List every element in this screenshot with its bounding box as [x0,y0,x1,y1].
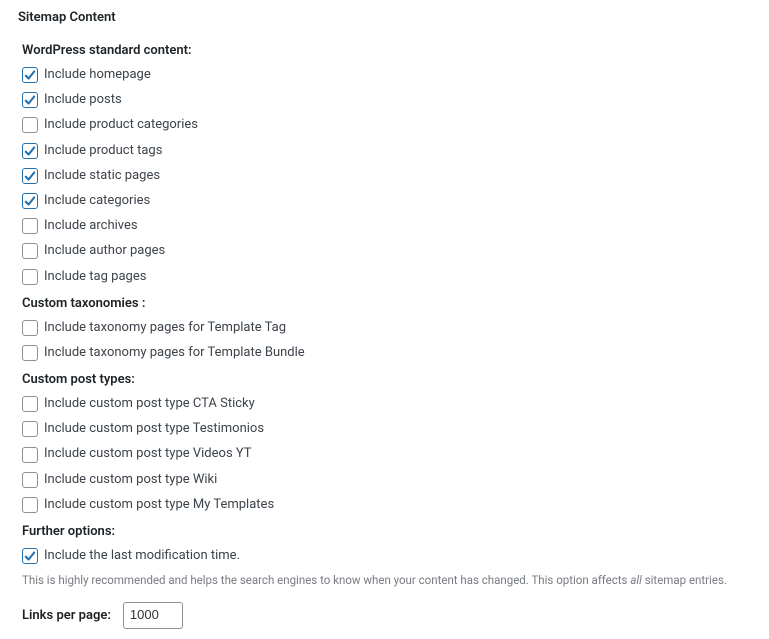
checkbox-label[interactable]: Include posts [44,91,122,109]
checkbox[interactable] [22,345,38,361]
checkbox[interactable] [22,243,38,259]
checkbox-label[interactable]: Include product categories [44,116,198,134]
standard-group: Include homepage Include posts Include pro… [22,66,751,286]
taxonomies-heading: Custom taxonomies : [22,296,751,311]
checkbox-label[interactable]: Include custom post type Testimonios [44,420,264,438]
checkbox[interactable] [22,143,38,159]
checkbox-label[interactable]: Include custom post type My Templates [44,496,274,514]
standard-heading: WordPress standard content: [22,43,751,58]
checkbox-label[interactable]: Include categories [44,192,150,210]
checkbox-row: Include homepage [22,66,751,84]
checkbox-row: Include posts [22,91,751,109]
links-per-page-row: Links per page: [22,602,751,629]
checkbox-row: Include product categories [22,116,751,134]
checkbox-row: Include taxonomy pages for Template Tag [22,319,751,337]
checkbox-row: Include custom post type Videos YT [22,445,751,463]
post-types-heading: Custom post types: [22,372,751,387]
checkbox-label[interactable]: Include taxonomy pages for Template Bund… [44,344,305,362]
checkbox[interactable] [22,117,38,133]
checkbox-row: Include static pages [22,167,751,185]
checkbox-label[interactable]: Include the last modification time. [44,547,240,565]
links-per-page-input[interactable] [123,602,183,629]
further-heading: Further options: [22,524,751,539]
checkbox-label[interactable]: Include custom post type CTA Sticky [44,395,255,413]
checkbox-row: Include tag pages [22,268,751,286]
checkbox[interactable] [22,548,38,564]
checkbox[interactable] [22,67,38,83]
checkbox-label[interactable]: Include taxonomy pages for Template Tag [44,319,286,337]
post-types-group: Include custom post type CTA Sticky Inclu… [22,395,751,514]
checkbox[interactable] [22,447,38,463]
content-block: WordPress standard content: Include home… [18,43,751,629]
checkbox-label[interactable]: Include tag pages [44,268,146,286]
help-text: This is highly recommended and helps the… [22,572,751,588]
checkbox-row: Include custom post type CTA Sticky [22,395,751,413]
help-suffix: sitemap entries. [642,573,727,587]
checkbox-row: Include the last modification time. [22,547,751,565]
checkbox-row: Include archives [22,217,751,235]
checkbox-label[interactable]: Include product tags [44,142,162,160]
section-title: Sitemap Content [18,10,751,25]
checkbox[interactable] [22,218,38,234]
checkbox-label[interactable]: Include static pages [44,167,160,185]
checkbox-row: Include author pages [22,242,751,260]
checkbox-label[interactable]: Include custom post type Videos YT [44,445,252,463]
checkbox-label[interactable]: Include homepage [44,66,151,84]
checkbox-label[interactable]: Include custom post type Wiki [44,471,217,489]
links-per-page-label: Links per page: [22,608,111,623]
taxonomies-group: Include taxonomy pages for Template Tag I… [22,319,751,362]
checkbox[interactable] [22,497,38,513]
checkbox-row: Include taxonomy pages for Template Bund… [22,344,751,362]
checkbox[interactable] [22,193,38,209]
checkbox[interactable] [22,92,38,108]
checkbox-row: Include product tags [22,142,751,160]
checkbox-label[interactable]: Include archives [44,217,138,235]
checkbox[interactable] [22,472,38,488]
checkbox-row: Include categories [22,192,751,210]
help-em: all [630,573,642,587]
checkbox-row: Include custom post type Testimonios [22,420,751,438]
checkbox[interactable] [22,320,38,336]
checkbox-label[interactable]: Include author pages [44,242,165,260]
further-group: Include the last modification time. [22,547,751,565]
help-prefix: This is highly recommended and helps the… [22,573,630,587]
checkbox[interactable] [22,396,38,412]
checkbox[interactable] [22,421,38,437]
checkbox-row: Include custom post type Wiki [22,471,751,489]
checkbox-row: Include custom post type My Templates [22,496,751,514]
checkbox[interactable] [22,168,38,184]
checkbox[interactable] [22,269,38,285]
